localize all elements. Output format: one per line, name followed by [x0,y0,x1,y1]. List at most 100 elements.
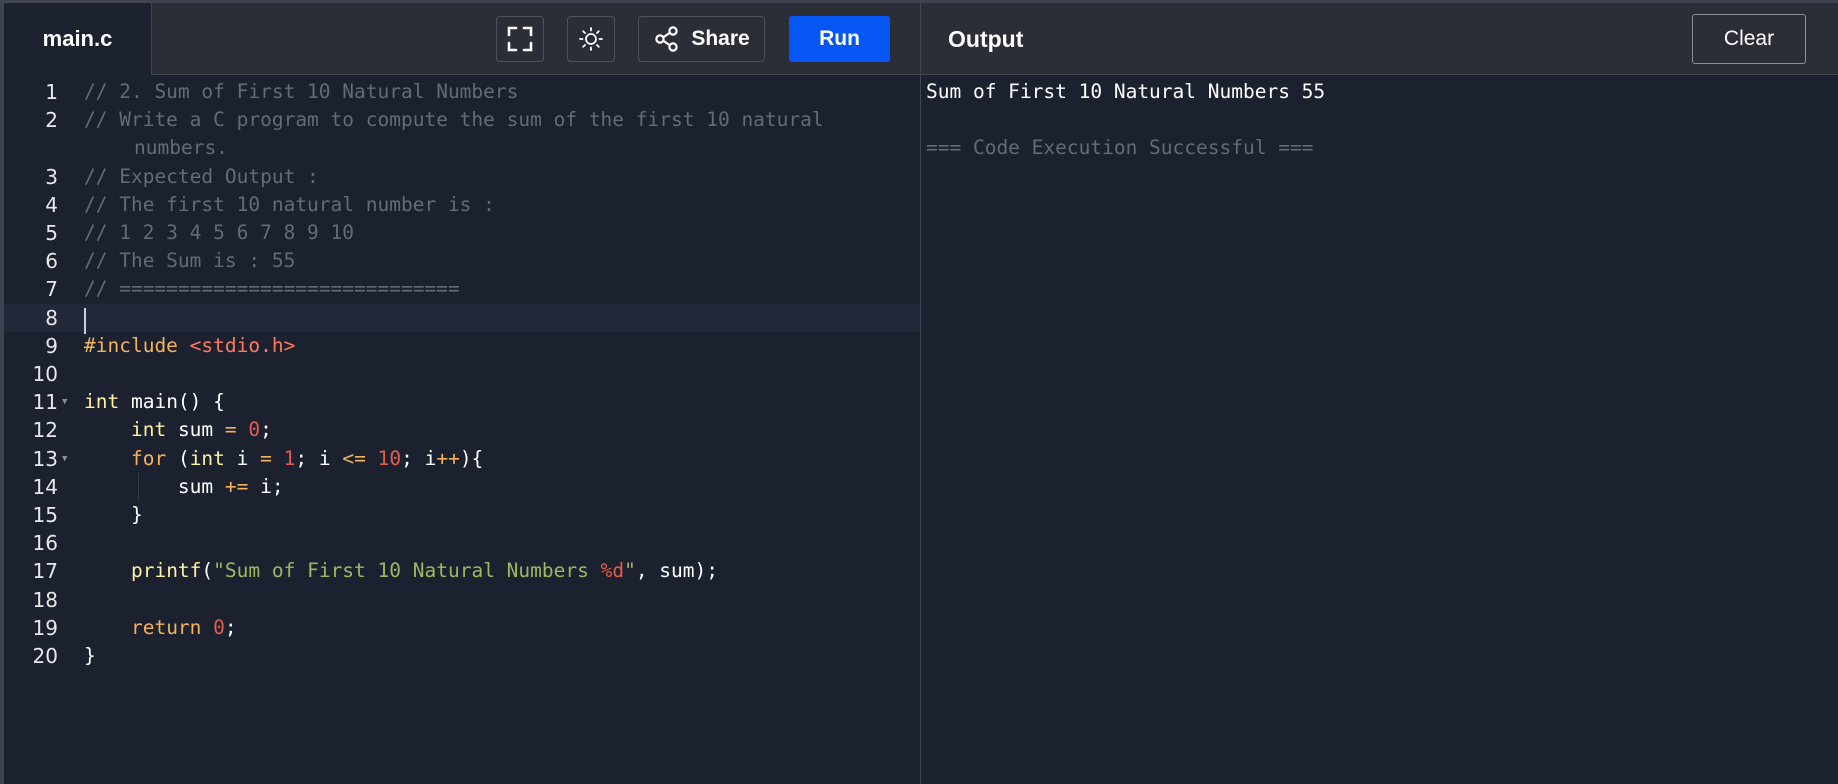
code-token: int [84,390,120,414]
code-token: // Write a C program to compute the sum … [84,108,824,132]
file-tab-label: main.c [42,26,113,51]
line-number: 3 [45,164,58,189]
line-number: 15 [32,503,58,527]
code-token: ( [166,446,190,470]
fold-arrow-icon[interactable]: ▼ [62,445,67,473]
line-number: 8 [45,305,58,330]
code-line[interactable]: 7 // ============================= [4,275,920,303]
output-line: === Code Execution Successful === [926,136,1314,160]
code-token: "Sum of First 10 Natural Numbers [213,559,601,583]
code-line[interactable]: 11 ▼ int main() { [4,388,920,416]
line-number: 2 [45,108,58,133]
code-line[interactable]: 8 [4,303,920,334]
code-token: 1 [283,446,296,470]
line-number: 13 [32,446,58,471]
code-line[interactable]: 19 return 0; [4,614,920,642]
panel-divider[interactable] [920,3,921,784]
theme-toggle-button[interactable] [567,16,615,62]
code-token: <= [342,446,366,470]
fold-arrow-icon[interactable]: ▼ [62,388,67,416]
share-icon [655,26,679,52]
code-text: for (int i = 1; i <= 10; i++){ [84,445,483,473]
run-label: Run [819,27,860,50]
code-token: int [189,446,225,470]
code-text: } [84,642,96,670]
line-number: 19 [32,615,58,640]
code-token: #include [84,333,190,357]
share-label: Share [691,27,750,50]
code-text: } [84,501,143,529]
code-line[interactable]: 9 #include <stdio.h> [4,332,920,360]
line-number: 6 [45,249,58,274]
file-tab-main-c[interactable]: main.c [4,3,152,75]
code-token: 0 [248,418,261,442]
code-token: // The first 10 natural number is : [84,192,495,216]
code-text: #include <stdio.h> [84,332,295,360]
code-token: ( [201,559,214,583]
code-line[interactable]: 16 [4,529,920,557]
compiler-window: main.c Share Run Output Clear 1 // 2. Sum… [0,0,1838,784]
code-line-wrap[interactable]: numbers. [4,134,920,162]
code-line[interactable]: 20} [4,642,920,670]
share-button[interactable]: Share [638,16,765,62]
code-line[interactable]: 1 // 2. Sum of First 10 Natural Numbers [4,78,920,106]
code-text: sum += i; [84,473,284,501]
code-token: // The Sum is : 55 [84,249,296,273]
code-text: printf("Sum of First 10 Natural Numbers … [84,557,718,585]
code-token: ; [224,615,237,639]
code-token: for [130,446,167,470]
line-number: 4 [45,192,58,217]
line-number: 10 [32,362,58,386]
code-token: = [260,446,272,470]
code-editor[interactable]: 1 // 2. Sum of First 10 Natural Numbers 2 /… [4,75,920,784]
line-number: 11 [32,390,58,415]
code-text: int sum = 0; [84,416,272,444]
code-token: i [224,446,261,470]
code-line[interactable]: 4 // The first 10 natural number is : [4,191,920,219]
code-token: ){ [459,446,484,470]
code-token: return [130,615,202,639]
run-button[interactable]: Run [789,16,890,62]
code-line[interactable]: 12 int sum = 0; [4,416,920,444]
line-number: 7 [45,277,58,302]
code-text: // 2. Sum of First 10 Natural Numbers [84,78,518,106]
code-line[interactable]: 2 // Write a C program to compute the sum… [4,106,920,134]
code-token: } [84,644,96,667]
code-token: // 1 2 3 4 5 6 7 8 9 10 [84,221,355,244]
code-token: 0 [213,615,225,639]
code-line[interactable]: 14 sum += i; [4,472,920,501]
code-token: i; [248,474,284,498]
code-token: <stdio.h> [189,333,296,357]
line-number: 17 [32,559,58,584]
code-line[interactable]: 18 [4,586,920,614]
code-token: += [224,474,249,498]
code-text: numbers. [134,136,228,160]
code-line[interactable]: 15 } [4,501,920,529]
code-token: // Expected Output : [84,164,319,188]
code-token: int [130,418,167,442]
code-line[interactable]: 10 [4,360,920,388]
code-text: // The first 10 natural number is : [84,191,495,219]
code-text: // ============================= [84,275,460,303]
code-token: sum [166,418,225,442]
code-token: main() { [119,390,225,414]
fullscreen-button[interactable] [496,16,544,62]
code-text: // The Sum is : 55 [84,247,295,275]
code-line[interactable]: 6 // The Sum is : 55 [4,247,920,275]
code-line[interactable]: 17 printf("Sum of First 10 Natural Numbe… [4,557,920,585]
fullscreen-icon [507,26,533,52]
code-token: %d [600,559,625,583]
clear-button[interactable]: Clear [1692,14,1806,64]
line-number: 12 [32,418,58,443]
code-text: int main() { [84,388,225,416]
code-token: ; i [401,446,437,470]
code-line[interactable]: 13 ▼ for (int i = 1; i <= 10; i++){ [4,445,920,473]
code-line[interactable]: 3 // Expected Output : [4,163,920,191]
line-number: 14 [32,474,58,499]
line-number: 5 [45,221,58,245]
code-line[interactable]: 5 // 1 2 3 4 5 6 7 8 9 10 [4,219,920,247]
